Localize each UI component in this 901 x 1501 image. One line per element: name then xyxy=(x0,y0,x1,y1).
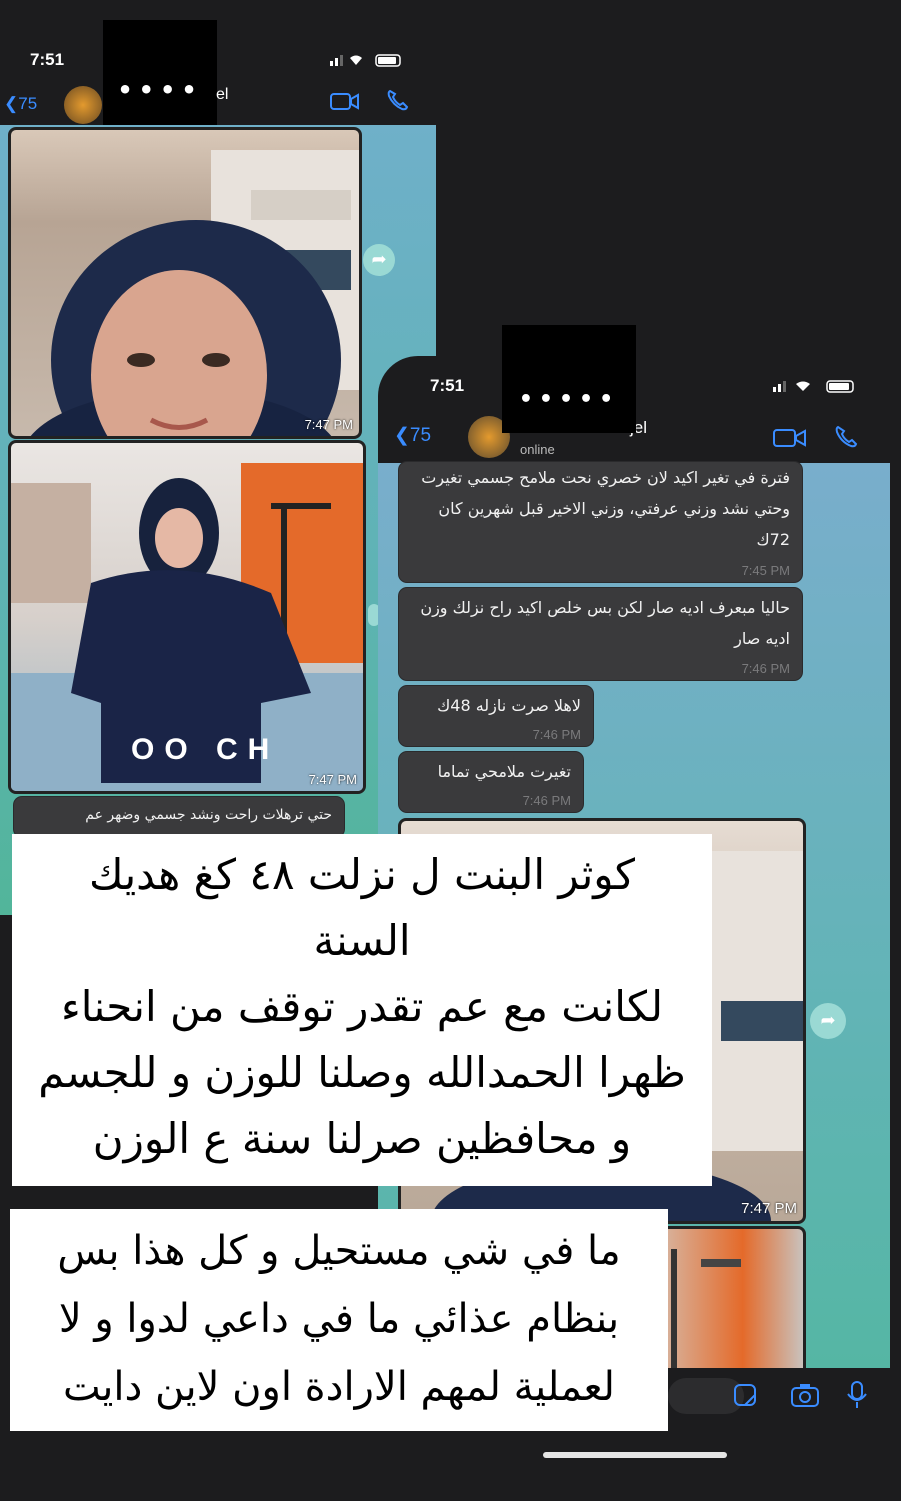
message-text: حاليا مبعرف اديه صار لكن بس خلص اكيد راح… xyxy=(420,598,790,648)
phone-call-icon[interactable] xyxy=(386,88,410,116)
selfie-illustration xyxy=(30,150,359,436)
message-text: لاهلا صرت نازله 48ك xyxy=(437,696,581,715)
chat-photo-selfie[interactable]: 7:47 PM xyxy=(8,127,362,439)
hoodie-text: OO CH xyxy=(131,733,280,766)
signal-wifi-battery-icon xyxy=(773,378,863,397)
phone-call-icon[interactable] xyxy=(834,424,860,454)
video-call-icon[interactable] xyxy=(330,90,360,116)
caption-line: لعملية لمهم الارادة اون لاين دايت xyxy=(63,1364,615,1410)
message-time: 7:46 PM xyxy=(532,727,581,742)
camera-icon[interactable] xyxy=(790,1382,820,1412)
avatar[interactable] xyxy=(64,86,102,124)
unread-count: 75 xyxy=(409,425,432,446)
photo-timestamp: 7:47 PM xyxy=(308,772,357,787)
message-text: تغيرت ملامحي تماما xyxy=(437,762,571,781)
message-bubble[interactable]: حاليا مبعرف اديه صار لكن بس خلص اكيد راح… xyxy=(399,588,802,680)
message-time: 7:45 PM xyxy=(741,563,790,578)
caption-line: لكانت مع عم تقدر توقف من انحناء xyxy=(60,982,664,1031)
message-bubble[interactable]: فترة في تغير اكيد لان خصري نحت ملامح جسم… xyxy=(399,462,802,582)
caption-line: السنة xyxy=(313,916,411,965)
chat-photo-gym[interactable]: OO CH 7:47 PM xyxy=(8,440,366,794)
home-indicator xyxy=(543,1452,727,1458)
microphone-icon[interactable] xyxy=(846,1380,868,1414)
message-time: 7:46 PM xyxy=(741,661,790,676)
photo-timestamp: 7:47 PM xyxy=(741,1200,797,1217)
chevron-left-icon: ❮ xyxy=(4,94,19,113)
video-call-icon[interactable] xyxy=(773,426,807,454)
caption-line: ما في شي مستحيل و كل هذا بس xyxy=(57,1228,621,1274)
message-time: 7:46 PM xyxy=(522,793,571,808)
message-bubble[interactable]: تغيرت ملامحي تماما 7:46 PM xyxy=(399,752,583,812)
message-text: حتي ترهلات راحت ونشد جسمي وضهر عم xyxy=(85,807,332,823)
caption-line: و محافظين صرلنا سنة ع الوزن xyxy=(92,1114,632,1163)
redacted-name: •••• xyxy=(103,20,217,130)
forward-icon[interactable]: ➦ xyxy=(810,1003,846,1039)
contact-status: online xyxy=(520,442,555,457)
redacted-name: ••••• xyxy=(502,325,636,433)
message-bubble-partial: حتي ترهلات راحت ونشد جسمي وضهر عم xyxy=(14,797,344,837)
unread-count: 75 xyxy=(18,94,38,113)
sticker-icon[interactable] xyxy=(732,1382,758,1412)
photo-timestamp: 7:47 PM xyxy=(304,417,353,432)
signal-wifi-battery-icon xyxy=(330,52,410,71)
contact-name[interactable]: el xyxy=(216,86,228,104)
caption-card-top: كوثر البنت ل نزلت ٤٨ كغ هديك السنة لكانت… xyxy=(12,834,712,1186)
status-time: 7:51 xyxy=(430,376,465,395)
back-button[interactable]: ❮75 xyxy=(4,94,37,114)
forward-icon[interactable]: ➦ xyxy=(363,244,395,276)
caption-card-bottom: ما في شي مستحيل و كل هذا بس بنظام عذائي … xyxy=(10,1209,668,1431)
message-bubble[interactable]: لاهلا صرت نازله 48ك 7:46 PM xyxy=(399,686,593,746)
back-button[interactable]: ❮75 xyxy=(394,424,431,447)
message-text: فترة في تغير اكيد لان خصري نحت ملامح جسم… xyxy=(421,468,790,549)
status-time: 7:51 xyxy=(30,50,65,69)
chevron-left-icon: ❮ xyxy=(394,425,410,446)
caption-line: كوثر البنت ل نزلت ٤٨ كغ هديك xyxy=(89,850,635,899)
caption-line: ظهرا الحمدالله وصلنا للوزن و للجسم xyxy=(38,1048,686,1097)
caption-line: بنظام عذائي ما في داعي لدوا و لا xyxy=(58,1296,620,1342)
